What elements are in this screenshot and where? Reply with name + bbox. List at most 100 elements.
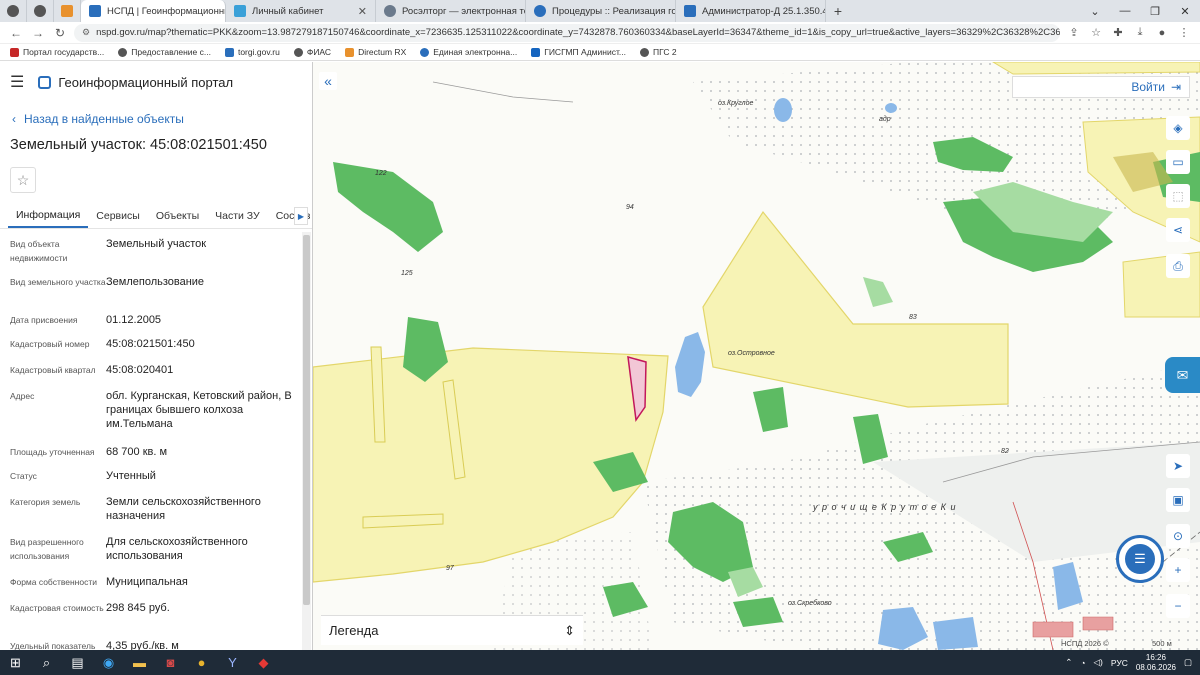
tab-objects[interactable]: Объекты bbox=[148, 203, 207, 228]
chat-button[interactable]: ☰ bbox=[1116, 535, 1164, 583]
collapse-panel-icon[interactable]: « bbox=[319, 72, 337, 90]
clock[interactable]: 16:26 08.06.2026 bbox=[1136, 653, 1176, 673]
language-indicator[interactable]: РУС bbox=[1111, 658, 1128, 668]
expand-icon[interactable]: ⇕ bbox=[564, 623, 575, 639]
browser-tab-nspd[interactable]: НСПД | Геоинформационный п✕ bbox=[81, 0, 226, 22]
notifications-icon[interactable]: ▢ bbox=[1184, 657, 1192, 668]
tray-arrow-icon[interactable]: ⌃ bbox=[1065, 657, 1072, 668]
url-input[interactable]: ⚙ nspd.gov.ru/map?thematic=PKK&zoom=13.98… bbox=[74, 23, 1060, 42]
profile-icon[interactable]: ● bbox=[1154, 27, 1170, 39]
network-icon[interactable]: ◔ bbox=[1080, 658, 1085, 668]
globe-icon bbox=[384, 5, 396, 17]
bookmark-icon bbox=[531, 47, 541, 57]
bookmark-item[interactable]: ГИСГМП Админист... bbox=[531, 47, 626, 57]
bookmark-item[interactable]: Предоставление с... bbox=[118, 47, 211, 57]
print-icon[interactable]: ⎙ bbox=[1166, 254, 1190, 278]
forward-arrow-icon[interactable]: → bbox=[30, 26, 46, 40]
search-location-icon[interactable]: ⊙ bbox=[1166, 524, 1190, 548]
property-value: Земли сельскохозяйственного назначения bbox=[106, 496, 261, 522]
globe-icon bbox=[534, 5, 546, 17]
property-row: Дата присвоения 01.12.2005 bbox=[10, 313, 300, 327]
file-explorer-icon[interactable]: ▬ bbox=[124, 650, 155, 675]
tabs-next-icon[interactable]: ▶ bbox=[294, 207, 308, 225]
navigate-icon[interactable]: ➤ bbox=[1166, 454, 1190, 478]
gosuslugi-icon[interactable]: ✉ bbox=[1165, 357, 1200, 393]
panel-scrollbar[interactable] bbox=[302, 232, 311, 650]
extensions-icon[interactable]: ✚ bbox=[1110, 26, 1126, 39]
property-row: Вид земельного участка Землепользование bbox=[10, 275, 300, 289]
scrollbar-thumb[interactable] bbox=[303, 235, 310, 605]
tab-services[interactable]: Сервисы bbox=[88, 203, 148, 228]
browser-tab[interactable] bbox=[27, 0, 54, 22]
basemap-icon[interactable]: ▣ bbox=[1166, 488, 1190, 512]
property-row: Кадастровая стоимость 298 845 руб. bbox=[10, 601, 300, 615]
downloads-icon[interactable]: ⤓ bbox=[1132, 26, 1148, 39]
bookmark-icon bbox=[345, 47, 355, 57]
tab-parts[interactable]: Части ЗУ bbox=[207, 203, 268, 228]
property-value: Землепользование bbox=[106, 276, 205, 288]
windows-start-icon[interactable]: ⊞ bbox=[0, 650, 31, 675]
tab-search-icon[interactable]: ⌄ bbox=[1080, 0, 1110, 22]
zoom-in-icon[interactable]: + bbox=[1166, 558, 1190, 582]
property-label: Вид разрешенного использования bbox=[10, 537, 84, 561]
bookmark-item[interactable]: ФИАС bbox=[293, 47, 332, 57]
edge-icon[interactable]: ◉ bbox=[93, 650, 124, 675]
property-value: Для сельскохозяйственного использования bbox=[106, 536, 248, 562]
close-window-icon[interactable]: ✕ bbox=[1170, 0, 1200, 22]
chrome-icon[interactable]: ● bbox=[186, 650, 217, 675]
property-label: Дата присвоения bbox=[10, 315, 78, 325]
select-area-icon[interactable]: ⬚ bbox=[1166, 184, 1190, 208]
close-tab-icon[interactable]: ✕ bbox=[358, 5, 367, 18]
map-canvas[interactable]: оз.Круглое оз.Островное оз.Скребково у р… bbox=[313, 62, 1200, 650]
bookmark-icon bbox=[118, 47, 128, 57]
zoom-out-icon[interactable]: − bbox=[1166, 594, 1190, 618]
browser-tab-procedures[interactable]: Процедуры :: Реализация госи✕ bbox=[526, 0, 676, 22]
volume-icon[interactable]: ◁) bbox=[1094, 657, 1103, 668]
menu-icon[interactable]: ⋮ bbox=[1176, 26, 1192, 39]
bookmark-star-icon[interactable]: ☆ bbox=[1088, 26, 1104, 39]
search-icon[interactable]: ⌕ bbox=[31, 650, 62, 675]
bookmark-item[interactable]: Единая электронна... bbox=[420, 47, 517, 57]
bookmark-item[interactable]: Портал государств... bbox=[10, 47, 104, 57]
bookmark-item[interactable]: torgi.gov.ru bbox=[224, 47, 280, 57]
bookmark-label: ФИАС bbox=[306, 47, 332, 57]
portal-title: Геоинформационный портал bbox=[58, 74, 234, 90]
browser-tab-roseltorg[interactable]: Росэлторг — электронная торг✕ bbox=[376, 0, 526, 22]
site-info-icon[interactable]: ⚙ bbox=[82, 27, 90, 38]
share-icon[interactable]: ⇪ bbox=[1066, 26, 1082, 39]
minimize-icon[interactable]: — bbox=[1110, 0, 1140, 22]
task-view-icon[interactable]: ▤ bbox=[62, 650, 93, 675]
ruler-icon[interactable]: ▭ bbox=[1166, 150, 1190, 174]
back-arrow-icon[interactable]: ← bbox=[8, 26, 24, 40]
login-button[interactable]: Войти ⇥ bbox=[1012, 76, 1190, 98]
maximize-icon[interactable]: ❐ bbox=[1140, 0, 1170, 22]
back-to-results-link[interactable]: ‹ Назад в найденные объекты bbox=[12, 110, 312, 128]
share-map-icon[interactable]: ⋖ bbox=[1166, 218, 1190, 242]
browser-tab[interactable] bbox=[0, 0, 27, 22]
place-label: оз.Круглое bbox=[718, 100, 754, 107]
browser-tab-admin[interactable]: Администратор-Д 25.1.350.417✕ bbox=[676, 0, 826, 22]
portal-logo[interactable]: Геоинформационный портал bbox=[38, 75, 233, 90]
app-icon[interactable]: ◙ bbox=[155, 650, 186, 675]
pdf-icon[interactable]: ◆ bbox=[248, 650, 279, 675]
elevation-label: 125 bbox=[401, 270, 413, 277]
reload-icon[interactable]: ↻ bbox=[52, 26, 68, 40]
new-tab-button[interactable]: + bbox=[826, 3, 850, 19]
legend-panel[interactable]: Легенда ⇕ bbox=[321, 615, 583, 645]
window-controls: ⌄ — ❐ ✕ bbox=[1080, 0, 1200, 22]
browser-tab[interactable] bbox=[54, 0, 81, 22]
yandex-icon[interactable]: Y bbox=[217, 650, 248, 675]
address-bar-row: ← → ↻ ⚙ nspd.gov.ru/map?thematic=PKK&zoom… bbox=[0, 22, 1200, 44]
property-label: Вид объекта недвижимости bbox=[10, 239, 68, 263]
browser-tab-cabinet[interactable]: Личный кабинет ✕ bbox=[226, 0, 376, 22]
bookmarks-bar: Портал государств... Предоставление с...… bbox=[0, 44, 1200, 61]
favorite-star-icon[interactable]: ☆ bbox=[10, 167, 36, 193]
property-label: Кадастровый квартал bbox=[10, 365, 96, 375]
tab-information[interactable]: Информация bbox=[8, 203, 89, 228]
bookmark-item[interactable]: ПГС 2 bbox=[639, 47, 677, 57]
hamburger-menu-icon[interactable]: ☰ bbox=[10, 72, 24, 92]
property-value: 68 700 кв. м bbox=[106, 446, 168, 458]
bookmark-item[interactable]: Directum RX bbox=[345, 47, 406, 57]
layers-icon[interactable]: ◈ bbox=[1166, 116, 1190, 140]
tab-title: Процедуры :: Реализация госи bbox=[552, 5, 676, 17]
